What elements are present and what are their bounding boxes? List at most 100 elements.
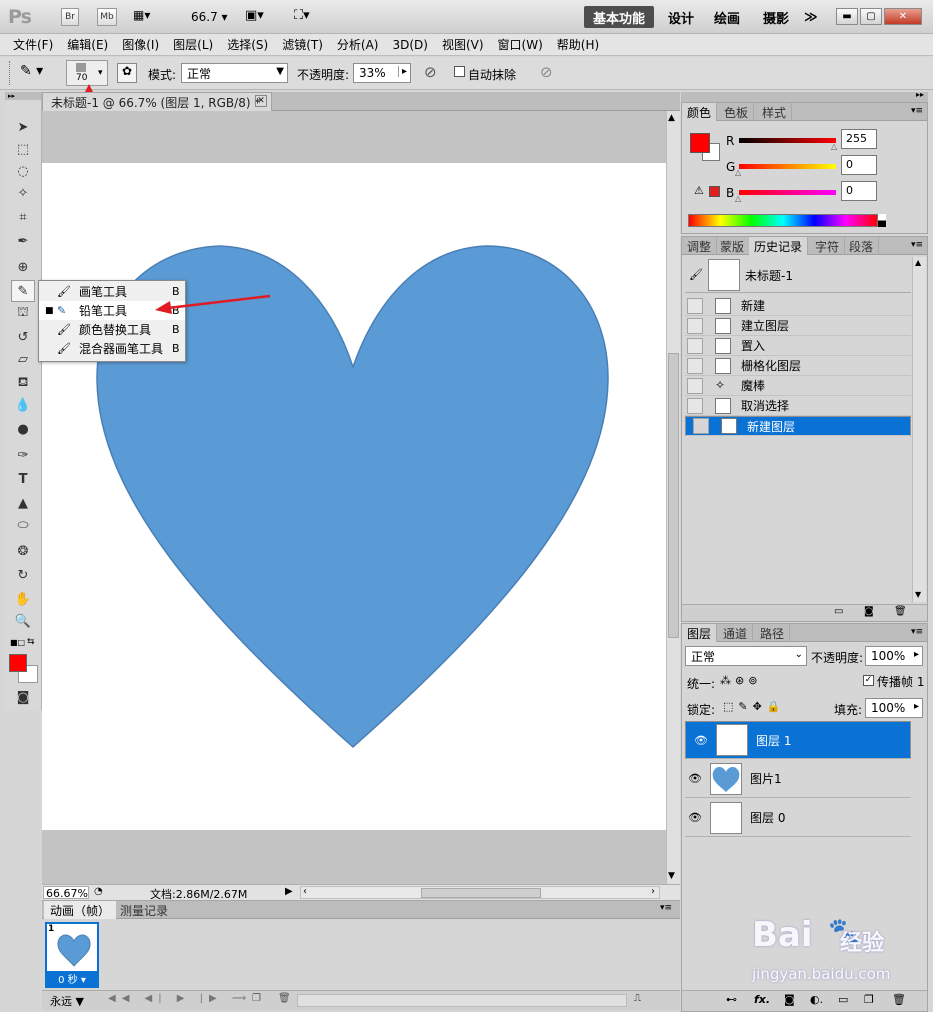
new-document-from-state-button[interactable]: ▭ (834, 606, 843, 617)
scroll-up-icon[interactable]: ▲ (668, 113, 675, 123)
tools-collapse[interactable]: ▸▸ (5, 92, 41, 100)
panel-menu-icon[interactable]: ▾≡ (911, 240, 923, 250)
horizontal-scrollbar[interactable]: ‹ › (300, 886, 660, 899)
playback-controls[interactable]: ◀◀ ◀| ▶ |▶ ⟿ (108, 993, 252, 1004)
auto-erase-checkbox[interactable] (454, 66, 465, 77)
collapse-dock-icon[interactable]: ▸▸ (916, 90, 924, 99)
scroll-down-icon[interactable]: ▼ (668, 871, 675, 881)
close-button[interactable]: ✕ (884, 8, 922, 25)
foreground-color-swatch[interactable] (9, 654, 27, 672)
workspace-photography[interactable]: 摄影 (754, 6, 798, 28)
scroll-down-icon[interactable]: ▼ (915, 590, 921, 599)
pressure-size-button[interactable]: ⊘ (540, 63, 553, 81)
history-item[interactable]: ✧ 魔棒 (685, 376, 911, 396)
swap-colors-button[interactable]: ⇆ (27, 637, 35, 647)
workspace-design[interactable]: 设计 (659, 6, 703, 28)
convert-timeline-button[interactable]: ⎍ (634, 993, 641, 1004)
vertical-scroll-thumb[interactable] (668, 353, 679, 638)
clone-stamp-tool[interactable]: ⛫ (11, 302, 35, 324)
history-item[interactable]: 置入 (685, 336, 911, 356)
tab-masks[interactable]: 蒙版 (715, 237, 751, 255)
close-document-button[interactable]: ✕ (255, 95, 267, 107)
animation-frame-1[interactable]: 1 0 秒 ▾ (45, 922, 99, 988)
red-slider-handle[interactable]: △ (831, 142, 837, 151)
dodge-tool[interactable]: ● (11, 418, 35, 440)
history-item[interactable]: 新建 (685, 296, 911, 316)
blue-slider[interactable] (739, 190, 836, 195)
menu-window[interactable]: 窗口(W) (491, 36, 550, 53)
add-mask-button[interactable]: ◙ (784, 993, 795, 1006)
tab-paragraph[interactable]: 段落 (844, 237, 880, 255)
default-colors-button[interactable]: ■□ (10, 638, 25, 647)
minimize-button[interactable]: ▬ (836, 8, 858, 25)
loop-select[interactable]: 永远 ▼ (50, 993, 84, 1009)
eye-icon[interactable]: 👁 (693, 734, 709, 747)
tab-layers[interactable]: 图层 (682, 624, 718, 642)
warning-icon[interactable]: ⚠ (694, 184, 704, 197)
blur-tool[interactable]: 💧 (11, 394, 35, 416)
menu-edit[interactable]: 编辑(E) (60, 36, 115, 53)
flyout-color-replacement-tool[interactable]: 🖌 颜色替换工具 B (39, 320, 185, 339)
menu-layer[interactable]: 图层(L) (166, 36, 220, 53)
green-value-input[interactable]: 0 (841, 155, 877, 175)
history-brush-tool[interactable]: ↺ (11, 326, 35, 348)
mini-bridge-button[interactable]: Mb (97, 8, 117, 26)
tab-color[interactable]: 颜色 (682, 103, 718, 121)
history-checkbox[interactable] (687, 397, 703, 414)
layer-row[interactable]: 👁 图层 1 (685, 721, 911, 759)
history-item[interactable]: 建立图层 (685, 316, 911, 336)
tab-character[interactable]: 字符 (810, 237, 846, 255)
animation-scrollbar[interactable] (297, 994, 627, 1007)
delete-state-button[interactable]: 🗑 (894, 606, 907, 617)
maximize-button[interactable]: ▢ (860, 8, 882, 25)
quick-mask-button[interactable]: ◙ (11, 686, 35, 708)
status-options-button[interactable]: ◔ (94, 886, 108, 899)
panel-menu-icon[interactable]: ▾≡ (911, 627, 923, 637)
3d-rotate-tool[interactable]: ❂ (11, 540, 35, 562)
tab-swatches[interactable]: 色板 (719, 103, 755, 121)
green-slider-handle[interactable]: △ (735, 168, 741, 177)
scroll-right-icon[interactable]: › (651, 886, 655, 897)
snapshot-button[interactable]: ◙ (864, 606, 874, 617)
history-brush-source-icon[interactable]: 🖌 (689, 268, 703, 281)
layer-opacity-input[interactable]: 100% ▸ (865, 646, 923, 666)
type-tool[interactable]: T (11, 468, 35, 490)
tool-preset-picker[interactable]: ✎ ▾ (20, 63, 60, 83)
eye-icon[interactable]: 👁 (687, 772, 703, 785)
workspace-essentials[interactable]: 基本功能 (584, 6, 655, 28)
history-scrollbar[interactable]: ▲ ▼ (912, 257, 926, 602)
menu-file[interactable]: 文件(F) (6, 36, 60, 53)
history-snapshot[interactable]: 🖌 未标题-1 (685, 257, 911, 293)
propagate-frame-checkbox[interactable]: ✓ (863, 675, 874, 686)
eye-icon[interactable]: 👁 (687, 811, 703, 824)
gamut-color-chip[interactable] (709, 186, 720, 197)
workspace-painting[interactable]: 绘画 (705, 6, 749, 28)
history-checkbox[interactable] (687, 317, 703, 334)
delete-frame-button[interactable]: 🗑 (278, 993, 291, 1004)
zoom-status-input[interactable]: 66.67% (43, 886, 89, 900)
bridge-button[interactable]: Br (61, 8, 79, 26)
menu-analysis[interactable]: 分析(A) (330, 36, 386, 53)
brush-tool[interactable]: ✎ (11, 280, 35, 302)
pressure-opacity-button[interactable]: ⊘ (424, 63, 437, 81)
opacity-input[interactable]: 33% ▸ (353, 63, 411, 83)
tab-paths[interactable]: 路径 (755, 624, 791, 642)
scroll-left-icon[interactable]: ‹ (303, 886, 307, 897)
pen-tool[interactable]: ✑ (11, 444, 35, 466)
link-layers-button[interactable]: ⊷ (726, 993, 737, 1006)
history-checkbox[interactable] (687, 357, 703, 374)
eraser-tool[interactable]: ▱ (11, 348, 35, 370)
red-value-input[interactable]: 255 (841, 129, 877, 149)
blue-value-input[interactable]: 0 (841, 181, 877, 201)
mode-select[interactable]: 正常 ▼ (181, 63, 288, 83)
color-spectrum-bar[interactable] (688, 214, 878, 227)
eyedropper-tool[interactable]: ✒ (11, 230, 35, 252)
layer-style-button[interactable]: fx. (754, 993, 770, 1006)
3d-orbit-tool[interactable]: ↻ (11, 564, 35, 586)
vertical-scrollbar[interactable]: ▲ ▼ (666, 111, 680, 885)
new-layer-button[interactable]: ❐ (864, 993, 874, 1006)
new-group-button[interactable]: ▭ (838, 993, 848, 1006)
screen-mode-dropdown[interactable]: ⛶▾ (294, 8, 310, 23)
tab-channels[interactable]: 通道 (718, 624, 754, 642)
arrange-documents-dropdown[interactable]: ▣▾ (245, 8, 264, 23)
